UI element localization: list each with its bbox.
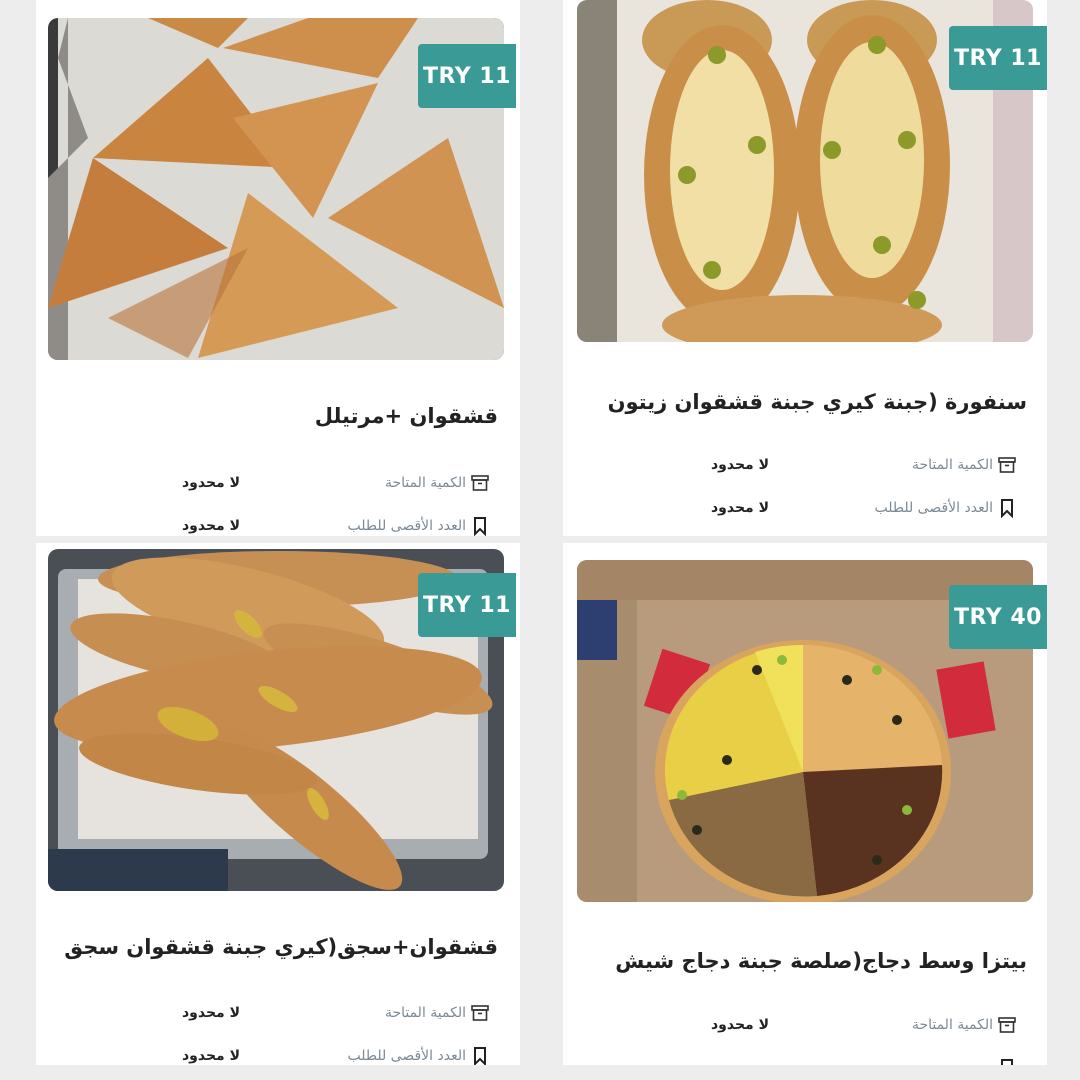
available-quantity-row: الكمية المتاحة لا محدود xyxy=(577,452,1017,478)
bookmark-icon xyxy=(1001,1059,1013,1065)
product-title[interactable]: سنفورة (جبنة كيري جبنة قشقوان زيتون xyxy=(608,390,1027,414)
max-order-row-partial xyxy=(577,1055,1017,1065)
available-quantity-row: الكمية المتاحة لا محدود xyxy=(577,1012,1017,1038)
product-title[interactable]: قشقوان+سجق(كيري جبنة قشقوان سجق xyxy=(64,935,498,959)
max-order-value: لا محدود xyxy=(181,1048,240,1064)
price-badge: TRY 11 xyxy=(418,44,516,108)
archive-icon xyxy=(471,1005,489,1021)
product-card[interactable]: TRY 40 بيتزا وسط دجاج(صلصة جبنة دجاج شيش… xyxy=(563,543,1047,1065)
max-order-label: العدد الأقصى للطلب xyxy=(347,518,466,534)
price-badge: TRY 11 xyxy=(418,573,516,637)
available-quantity-value: لا محدود xyxy=(710,1017,769,1033)
product-title[interactable]: قشقوان +مرتيلل xyxy=(315,404,498,428)
product-card[interactable]: TRY 11 سنفورة (جبنة كيري جبنة قشقوان زيت… xyxy=(563,0,1047,536)
archive-icon xyxy=(998,457,1016,473)
archive-icon xyxy=(998,1017,1016,1033)
available-quantity-label: الكمية المتاحة xyxy=(911,457,993,473)
archive-icon xyxy=(471,475,489,491)
max-order-label: العدد الأقصى للطلب xyxy=(874,500,993,516)
available-quantity-label: الكمية المتاحة xyxy=(384,1005,466,1021)
bookmark-icon xyxy=(474,1047,486,1065)
available-quantity-label: الكمية المتاحة xyxy=(911,1017,993,1033)
product-card[interactable]: TRY 11 قشقوان +مرتيلل الكمية المتاحة لا … xyxy=(36,0,520,536)
product-title[interactable]: بيتزا وسط دجاج(صلصة جبنة دجاج شيش xyxy=(615,949,1027,973)
bookmark-icon xyxy=(474,517,486,536)
available-quantity-value: لا محدود xyxy=(181,475,240,491)
max-order-row: العدد الأقصى للطلب لا محدود xyxy=(577,495,1017,521)
product-card[interactable]: TRY 11 قشقوان+سجق(كيري جبنة قشقوان سجق ا… xyxy=(36,543,520,1065)
max-order-value: لا محدود xyxy=(181,518,240,534)
max-order-row: العدد الأقصى للطلب لا محدود xyxy=(50,1043,490,1065)
price-badge: TRY 11 xyxy=(949,26,1047,90)
max-order-label: العدد الأقصى للطلب xyxy=(347,1048,466,1064)
available-quantity-row: الكمية المتاحة لا محدود xyxy=(50,1000,490,1026)
price-badge: TRY 40 xyxy=(949,585,1047,649)
available-quantity-value: لا محدود xyxy=(710,457,769,473)
available-quantity-row: الكمية المتاحة لا محدود xyxy=(50,470,490,496)
max-order-value: لا محدود xyxy=(710,500,769,516)
max-order-row: العدد الأقصى للطلب لا محدود xyxy=(50,513,490,536)
available-quantity-value: لا محدود xyxy=(181,1005,240,1021)
bookmark-icon xyxy=(1001,499,1013,518)
available-quantity-label: الكمية المتاحة xyxy=(384,475,466,491)
